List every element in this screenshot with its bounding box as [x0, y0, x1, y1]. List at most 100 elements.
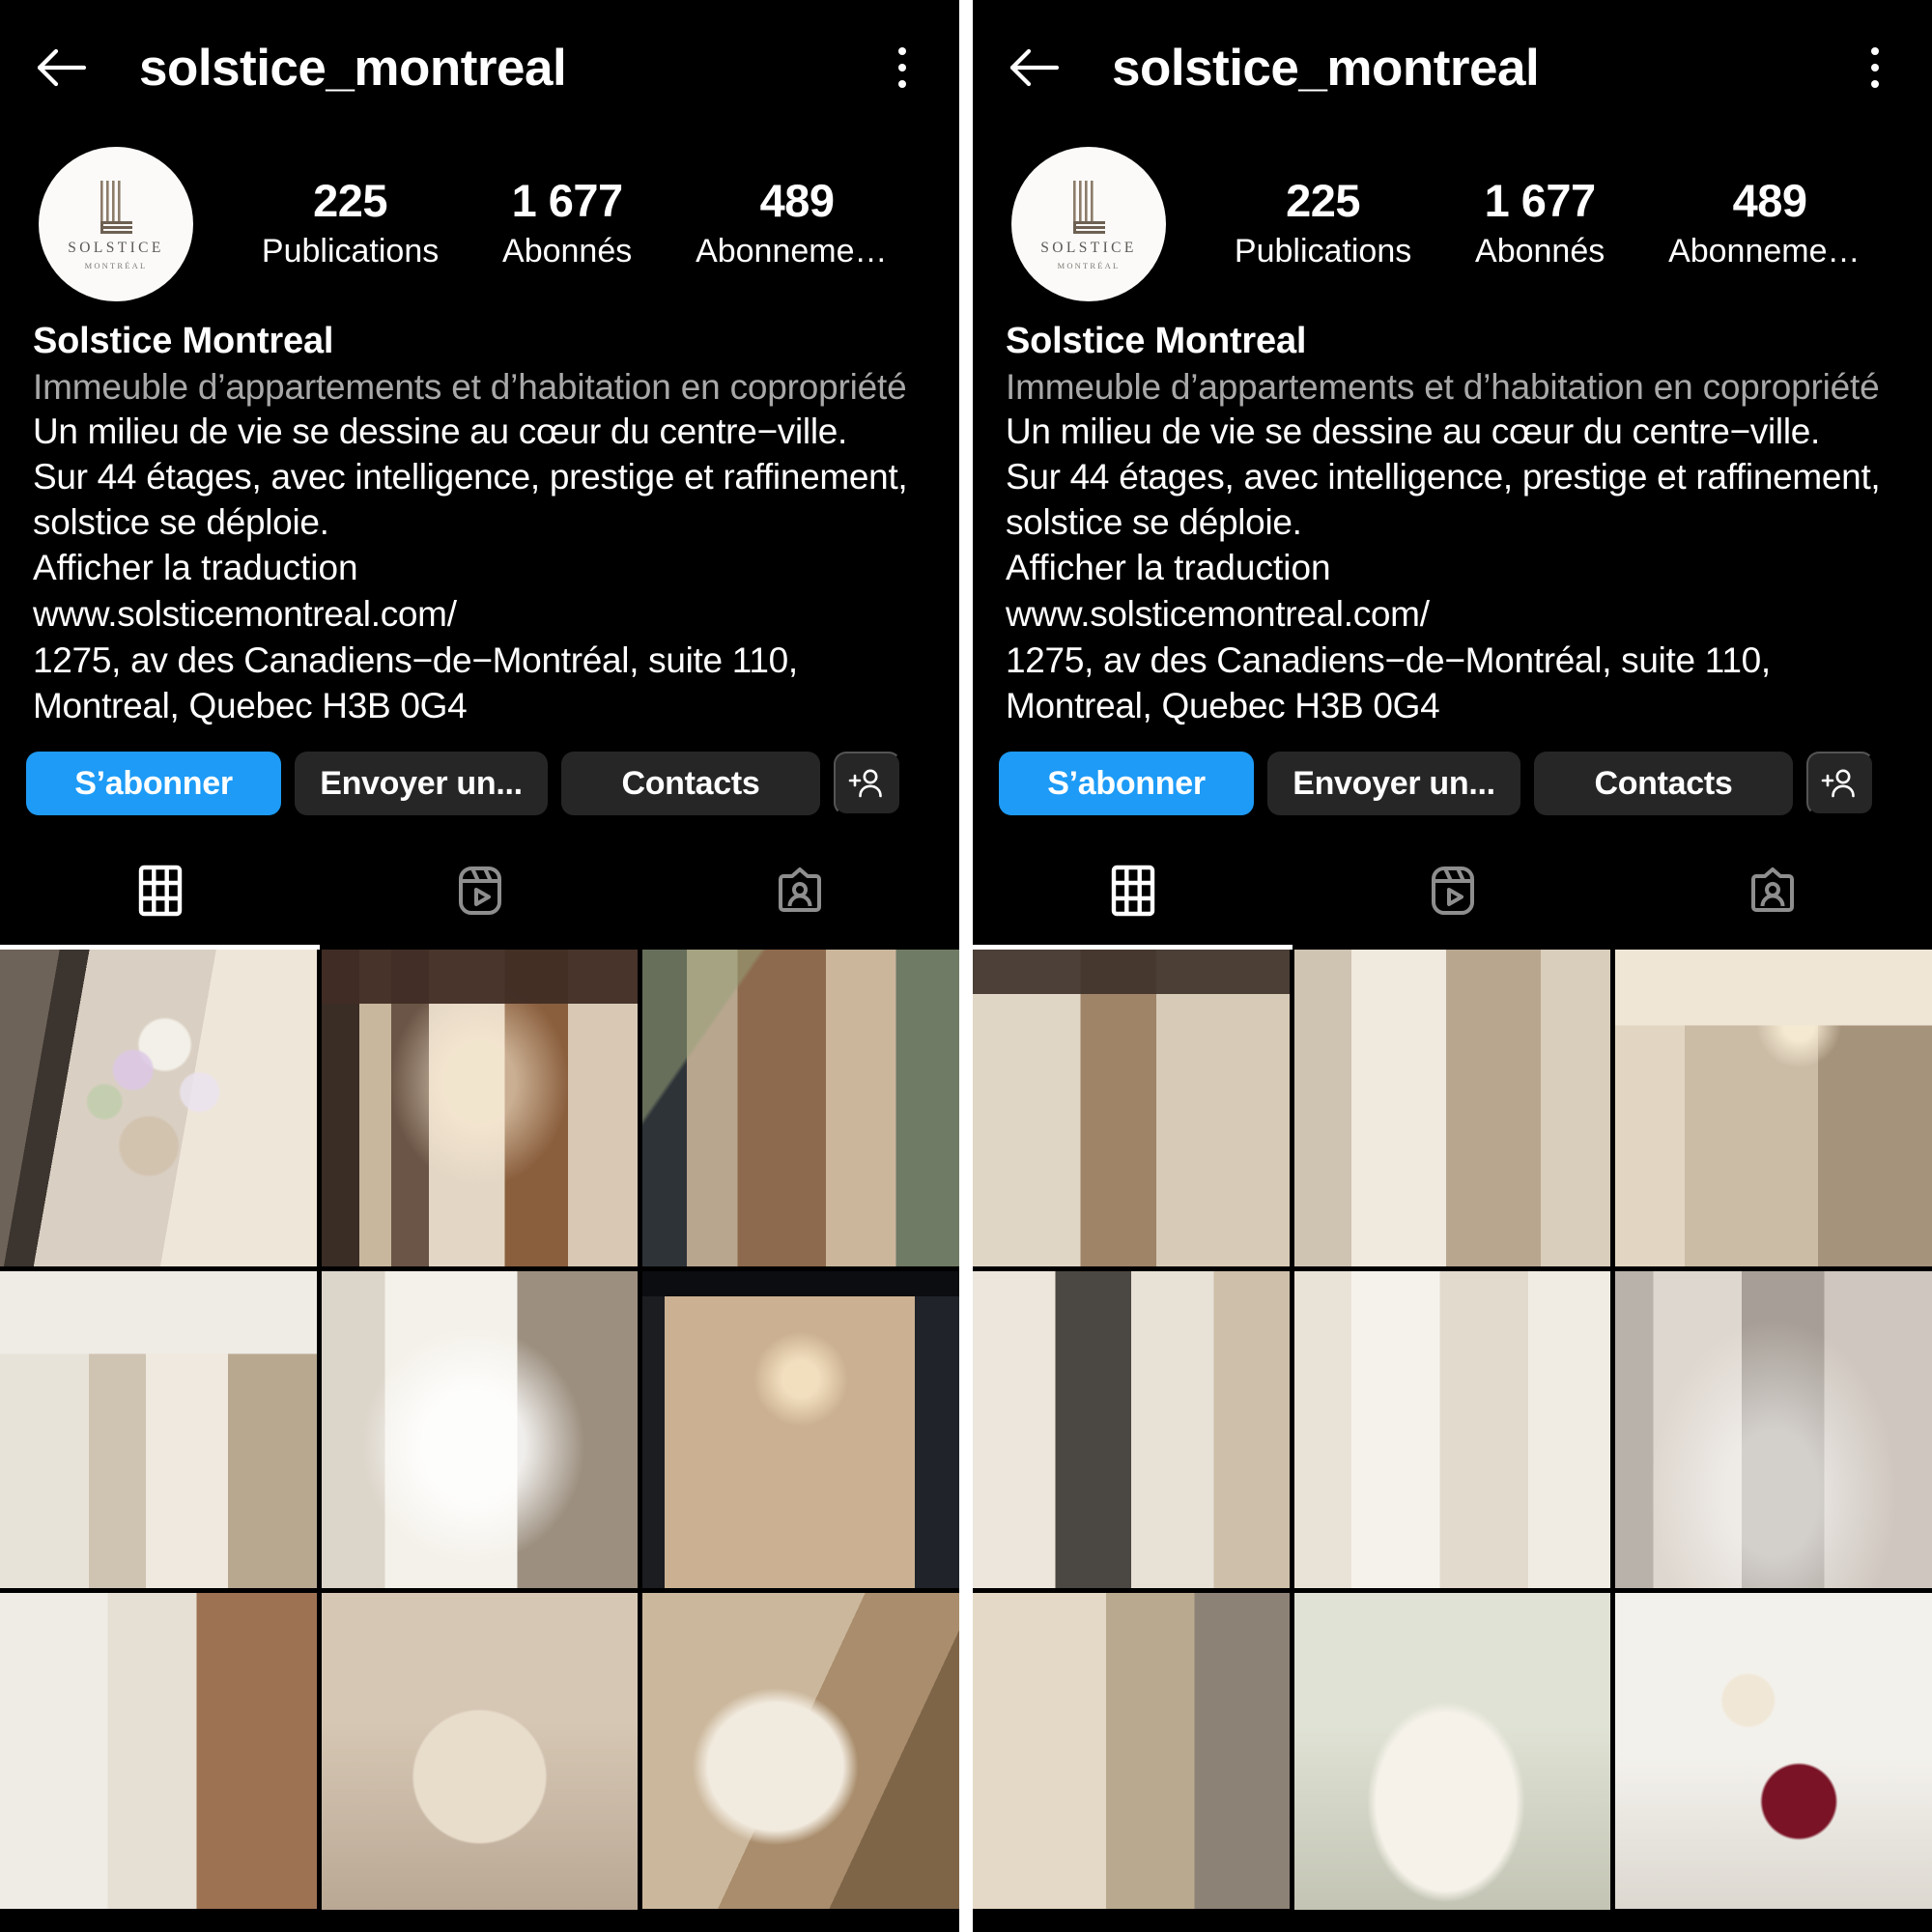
- bio-line-2: Sur 44 étages, avec intelligence, presti…: [1006, 457, 1881, 497]
- add-person-button[interactable]: [1806, 752, 1874, 816]
- stat-label: Abonnés: [1475, 233, 1605, 270]
- message-button[interactable]: Envoyer un...: [295, 752, 548, 816]
- post-solstice-signage-wall[interactable]: [973, 1592, 1290, 1910]
- post-thumbnail-image: [1615, 1592, 1932, 1910]
- post-thumbnail-image: [0, 1271, 317, 1588]
- profile-action-buttons: S’abonner Envoyer un... Contacts: [973, 728, 1932, 816]
- stat-value: 1 677: [1484, 174, 1597, 226]
- post-tablet-lobby-render[interactable]: [642, 1271, 959, 1588]
- post-thumbnail-image: [973, 1271, 1290, 1588]
- tab-grid[interactable]: [0, 837, 320, 945]
- post-thumbnail-image: [973, 1592, 1290, 1910]
- avatar[interactable]: SOLSTICE MONTRÉAL: [39, 147, 193, 301]
- solstice-logo-mark: [1073, 180, 1105, 234]
- profile-tabs: [0, 837, 959, 945]
- bio-category: Immeuble d’appartements et d’habitation …: [1006, 366, 1880, 407]
- post-kitchen-island[interactable]: [0, 1271, 317, 1588]
- message-button[interactable]: Envoyer un...: [1267, 752, 1520, 816]
- profile-username: solstice_montreal: [139, 39, 567, 97]
- post-bar-counter-stools[interactable]: [973, 950, 1290, 1267]
- post-dessert-plate-strawberry[interactable]: [1293, 1592, 1611, 1910]
- kebab-menu-icon[interactable]: [878, 36, 926, 99]
- post-grid-right: [973, 950, 1932, 1910]
- follow-button[interactable]: S’abonner: [26, 752, 281, 816]
- tagged-person-icon: [1750, 867, 1794, 913]
- post-private-dining-room[interactable]: [1615, 950, 1932, 1267]
- tab-grid[interactable]: [973, 837, 1293, 945]
- bio-category: Immeuble d’appartements et d’habitation …: [33, 366, 907, 407]
- add-person-icon: [1821, 769, 1855, 798]
- stat-label: Publications: [261, 233, 440, 270]
- post-bedroom-white-sofa[interactable]: [321, 1271, 639, 1588]
- tagged-person-icon: [778, 867, 821, 913]
- bio-display-name: Solstice Montreal: [1006, 321, 1307, 361]
- post-flower-vase-living-room[interactable]: [0, 950, 317, 1267]
- contact-button[interactable]: Contacts: [1534, 752, 1793, 816]
- kebab-menu-icon[interactable]: [1851, 36, 1899, 99]
- show-translation-link[interactable]: Afficher la traduction: [1006, 546, 1903, 591]
- post-sculpture-detail[interactable]: [642, 1592, 959, 1910]
- bio-line-1: Un milieu de vie se dessine au cœur du c…: [1006, 412, 1821, 452]
- tab-tagged[interactable]: [639, 837, 959, 945]
- post-building-exterior-night[interactable]: [1293, 950, 1611, 1267]
- back-arrow-icon[interactable]: [1002, 36, 1065, 99]
- post-thumbnail-image: [1615, 1271, 1932, 1588]
- add-person-icon: [848, 769, 882, 798]
- bio-website-link[interactable]: www.solsticemontreal.com/: [33, 591, 930, 638]
- avatar-brand-text: SOLSTICE: [1040, 239, 1137, 256]
- reels-icon: [458, 867, 501, 916]
- post-kitchen-dark-cabinets[interactable]: [973, 1271, 1290, 1588]
- post-thumbnail-image: [321, 1592, 639, 1910]
- post-lobby-lounge-interior[interactable]: [321, 950, 639, 1267]
- stat-publications[interactable]: 225 Publications: [261, 174, 440, 273]
- stat-value: 489: [759, 174, 835, 226]
- stat-value: 225: [1286, 174, 1361, 226]
- post-tower-street-exterior[interactable]: [642, 950, 959, 1267]
- stat-followers[interactable]: 1 677 Abonnés: [1475, 174, 1605, 273]
- profile-bio: Solstice Montreal Immeuble d’appartement…: [0, 305, 959, 728]
- follow-button[interactable]: S’abonner: [999, 752, 1254, 816]
- profile-summary-row: SOLSTICE MONTRÉAL 225 Publications 1 677…: [973, 135, 1932, 305]
- post-thumbnail-image: [1293, 1592, 1611, 1910]
- stat-value: 489: [1732, 174, 1807, 226]
- post-thumbnail-image: [642, 1592, 959, 1910]
- post-wine-cellar[interactable]: [0, 1592, 317, 1910]
- post-winter-forest[interactable]: [1615, 1271, 1932, 1588]
- stat-label: Publications: [1234, 233, 1412, 270]
- bio-website-link[interactable]: www.solsticemontreal.com/: [1006, 591, 1903, 638]
- post-thumbnail-image: [0, 1592, 317, 1910]
- stat-followers[interactable]: 1 677 Abonnés: [502, 174, 632, 273]
- post-pizza-plating[interactable]: [321, 1592, 639, 1910]
- post-thumbnail-image: [1293, 1271, 1611, 1588]
- profile-stats: 225 Publications 1 677 Abonnés 489 Abonn…: [230, 174, 934, 273]
- post-thumbnail-image: [1293, 950, 1611, 1267]
- stat-publications[interactable]: 225 Publications: [1234, 174, 1412, 273]
- profile-username: solstice_montreal: [1112, 39, 1540, 97]
- show-translation-link[interactable]: Afficher la traduction: [33, 546, 930, 591]
- post-walk-in-closet[interactable]: [1293, 1271, 1611, 1588]
- tab-reels[interactable]: [1293, 837, 1612, 945]
- stat-value: 225: [313, 174, 388, 226]
- stat-following[interactable]: 489 Abonnemen...: [1668, 174, 1871, 273]
- tab-tagged[interactable]: [1612, 837, 1932, 945]
- stat-following[interactable]: 489 Abonnemen...: [696, 174, 898, 273]
- avatar[interactable]: SOLSTICE MONTRÉAL: [1011, 147, 1166, 301]
- bio-line-3: solstice se déploie.: [1006, 502, 1302, 543]
- post-thumbnail-image: [973, 950, 1290, 1267]
- profile-tabs: [973, 837, 1932, 945]
- panel-divider: [959, 0, 973, 1932]
- post-thumbnail-image: [0, 950, 317, 1267]
- add-person-button[interactable]: [834, 752, 901, 816]
- bio-line-3: solstice se déploie.: [33, 502, 329, 543]
- post-thumbnail-image: [1615, 950, 1932, 1267]
- stat-value: 1 677: [511, 174, 624, 226]
- reels-icon: [1431, 867, 1474, 916]
- back-arrow-icon[interactable]: [29, 36, 93, 99]
- comparison-screenshot-root: solstice_montreal SOLSTICE MONTRÉAL 225 …: [0, 0, 1932, 1932]
- post-thumbnail-image: [642, 950, 959, 1267]
- contact-button[interactable]: Contacts: [561, 752, 820, 816]
- post-dessert-red-glaze[interactable]: [1615, 1592, 1932, 1910]
- tab-reels[interactable]: [320, 837, 639, 945]
- avatar-brand-text: SOLSTICE: [68, 239, 164, 256]
- profile-action-buttons: S’abonner Envoyer un... Contacts: [0, 728, 959, 816]
